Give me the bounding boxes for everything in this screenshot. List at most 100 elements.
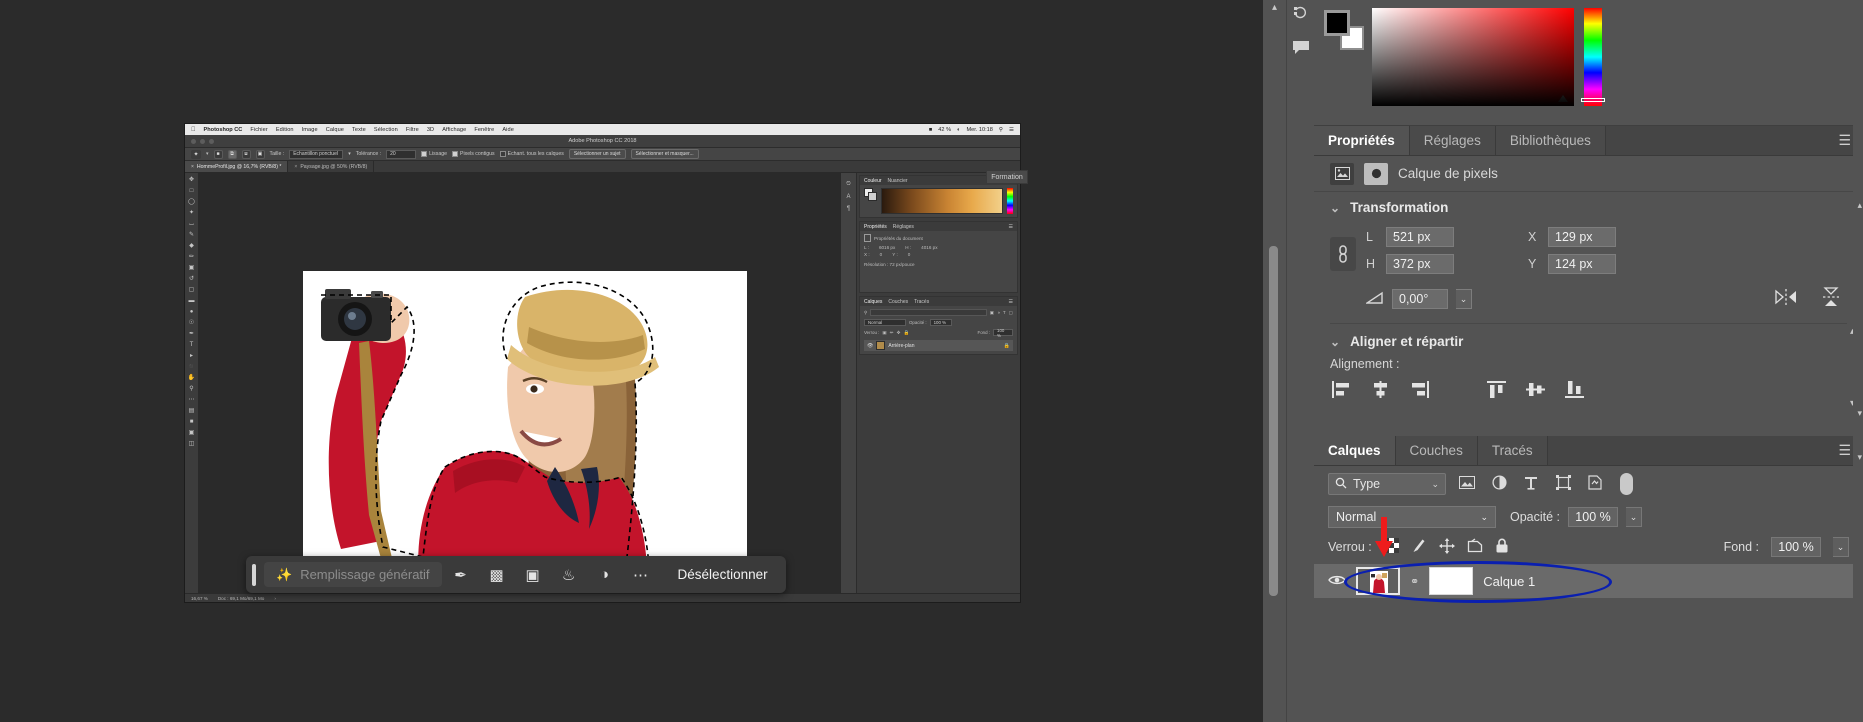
quick-mask-icon[interactable]: ▣: [188, 429, 196, 437]
clone-stamp-tool-icon[interactable]: ▣: [188, 264, 196, 272]
lissage-checkbox[interactable]: Lissage: [421, 151, 447, 157]
pen-tool-icon[interactable]: ✒: [188, 330, 196, 338]
chevron-down-icon[interactable]: ▾: [1857, 408, 1862, 419]
chevron-right-icon[interactable]: ›: [274, 596, 276, 601]
type-tool-icon[interactable]: T: [188, 341, 196, 349]
opacity-input[interactable]: 100 %: [1568, 507, 1619, 527]
inner-filter-type[interactable]: [870, 309, 987, 316]
fill-input[interactable]: 100 %: [1771, 537, 1821, 557]
align-top-icon[interactable]: [1487, 381, 1506, 403]
history-brush-tool-icon[interactable]: ↺: [188, 275, 196, 283]
inner-document-tabs[interactable]: × HommeProfil.jpg @ 16,7% (RVB/8) * × Pa…: [185, 161, 1020, 173]
more-options-icon[interactable]: ⋯: [624, 561, 658, 589]
echant-tous-calques-checkbox[interactable]: Echant. tous les calques: [499, 151, 564, 157]
height-input[interactable]: 372 px: [1386, 254, 1454, 274]
search-icon[interactable]: ⚲: [999, 127, 1003, 133]
new-selection-icon[interactable]: ■: [213, 149, 223, 159]
inner-layer-filter[interactable]: ⚲ ▣ ◑ T ▢: [864, 309, 1013, 316]
inner-options-bar[interactable]: ✦ ▾ ■ ⧉ ⧈ ▣ Taille : Echantillon ponctue…: [185, 148, 1020, 161]
close-icon[interactable]: ×: [191, 164, 194, 170]
hamburger-icon[interactable]: ☰: [1009, 224, 1013, 230]
inner-properties-header[interactable]: Propriétés Réglages ☰: [860, 222, 1017, 231]
brush-tool-icon[interactable]: ✏: [188, 253, 196, 261]
inner-menu-texte[interactable]: Texte: [352, 127, 366, 133]
lock-image-pixels-icon[interactable]: ✏: [890, 330, 894, 336]
flip-horizontal-icon[interactable]: [1775, 288, 1797, 310]
adjustment-filter-icon[interactable]: ◑: [997, 310, 1000, 315]
hue-slider[interactable]: [1581, 8, 1605, 106]
gradient-tool-icon[interactable]: ▬: [188, 297, 196, 305]
hue-marker[interactable]: [1581, 98, 1605, 102]
chevron-down-icon[interactable]: ⌄: [1480, 512, 1488, 523]
filter-enable-toggle[interactable]: [1620, 473, 1633, 495]
angle-input[interactable]: 0,00°: [1392, 289, 1448, 309]
layer-filter-select[interactable]: Type ⌄: [1328, 473, 1446, 495]
tab-proprietes[interactable]: Propriétés: [1314, 126, 1410, 155]
healing-brush-tool-icon[interactable]: ◆: [188, 242, 196, 250]
color-picker-panel[interactable]: [1314, 0, 1863, 126]
align-title-row[interactable]: ⌄ Aligner et répartir: [1330, 334, 1847, 349]
lock-all-icon[interactable]: [1495, 538, 1509, 557]
chevron-up-icon[interactable]: ▴: [1857, 200, 1862, 211]
tab-traces[interactable]: Tracés: [1477, 436, 1548, 465]
tab-reglages[interactable]: Réglages: [1409, 126, 1496, 155]
inner-fg-bg-swatch[interactable]: [864, 188, 877, 201]
inner-toolbar[interactable]: ✥ □ ◯ ✦ ⌴ ✎ ◆ ✏ ▣ ↺ ▢ ▬ ● ☉ ✒ T ▸ ◾ ✋ ⚲ …: [185, 173, 199, 593]
tab-couches[interactable]: Couches: [1395, 436, 1478, 465]
properties-tab-row[interactable]: Propriétés Réglages Bibliothèques ☰: [1314, 126, 1863, 156]
canvas-area[interactable]:  Photoshop CC Fichier Edition Image Cal…: [0, 0, 1215, 722]
hamburger-icon[interactable]: ☰: [1009, 299, 1013, 305]
pixels-contigus-checkbox[interactable]: Pixels contigus: [452, 151, 495, 157]
generative-fill-button[interactable]: ✨ Remplissage génératif: [264, 562, 442, 587]
inner-color-body[interactable]: [860, 185, 1017, 217]
chevron-up-icon[interactable]: ▴: [1272, 2, 1277, 13]
sv-marker[interactable]: [1558, 95, 1568, 102]
chevron-down-icon-secondary[interactable]: ▾: [1857, 452, 1862, 463]
comment-icon[interactable]: [1287, 30, 1315, 64]
inner-menu-affichage[interactable]: Affichage: [442, 127, 466, 133]
inner-zoom-level[interactable]: 16,67 %: [191, 596, 208, 601]
screen-mode-icon[interactable]: ◫: [188, 440, 196, 448]
inner-document[interactable]: [303, 271, 747, 591]
fill-selection-icon[interactable]: ♨: [552, 561, 586, 589]
align-buttons[interactable]: [1330, 381, 1847, 403]
blend-mode-row[interactable]: Normal ⌄ Opacité : 100 % ⌄: [1314, 502, 1863, 532]
tolerance-input[interactable]: 20: [386, 149, 417, 159]
hand-tool-icon[interactable]: ✋: [188, 374, 196, 382]
inner-menu-image[interactable]: Image: [302, 127, 318, 133]
link-chain-icon[interactable]: [1330, 237, 1356, 271]
foreground-background-swatches[interactable]: [1322, 8, 1364, 50]
inner-lock-row[interactable]: Verrou : ▣ ✏ ✥ 🔒 Fond : 100 %: [864, 328, 1013, 338]
inner-blend-mode[interactable]: Normal: [864, 319, 906, 326]
inner-menu-3d[interactable]: 3D: [427, 127, 434, 133]
zoom-tool-icon[interactable]: ⚲: [188, 385, 196, 393]
inner-tab-nuancier[interactable]: Nuancier: [888, 178, 908, 184]
type-filter-icon[interactable]: T: [1003, 310, 1006, 315]
deselect-button[interactable]: Désélectionner: [668, 567, 778, 582]
close-icon[interactable]: ×: [294, 164, 297, 170]
lock-row[interactable]: Verrou : Fond: 100 % ⌄: [1314, 532, 1863, 562]
inner-dock-rail[interactable]: ⏲ A ¶: [841, 173, 857, 593]
lock-image-pixels-icon[interactable]: [1411, 538, 1427, 557]
path-selection-tool-icon[interactable]: ▸: [188, 352, 196, 360]
foreground-background-swatch[interactable]: ■: [188, 418, 196, 426]
lock-position-icon[interactable]: [1438, 537, 1455, 557]
inner-menu-calque[interactable]: Calque: [326, 127, 344, 133]
dodge-tool-icon[interactable]: ☉: [188, 319, 196, 327]
pixel-filter-icon[interactable]: ▣: [990, 310, 994, 316]
add-to-selection-icon[interactable]: ⧉: [227, 149, 237, 159]
chevron-down-icon[interactable]: ⌄: [1626, 507, 1643, 527]
menu-icon[interactable]: ☰: [1009, 127, 1014, 133]
inner-tab-proprietes[interactable]: Propriétés: [864, 224, 887, 230]
align-bottom-icon[interactable]: [1565, 381, 1584, 403]
adjustment-filter-icon[interactable]: [1488, 475, 1510, 493]
crop-tool-icon[interactable]: ⌴: [188, 220, 196, 228]
inner-canvas[interactable]: [199, 173, 840, 593]
y-input[interactable]: 124 px: [1548, 254, 1616, 274]
shape-filter-icon[interactable]: [1552, 475, 1574, 493]
x-input[interactable]: 129 px: [1548, 227, 1616, 247]
marquee-tool-icon[interactable]: □: [188, 187, 196, 195]
layers-tab-row[interactable]: Calques Couches Tracés ☰: [1314, 436, 1863, 466]
layer-filter-row[interactable]: Type ⌄: [1314, 466, 1863, 502]
inner-color-ramp[interactable]: [881, 188, 1003, 214]
